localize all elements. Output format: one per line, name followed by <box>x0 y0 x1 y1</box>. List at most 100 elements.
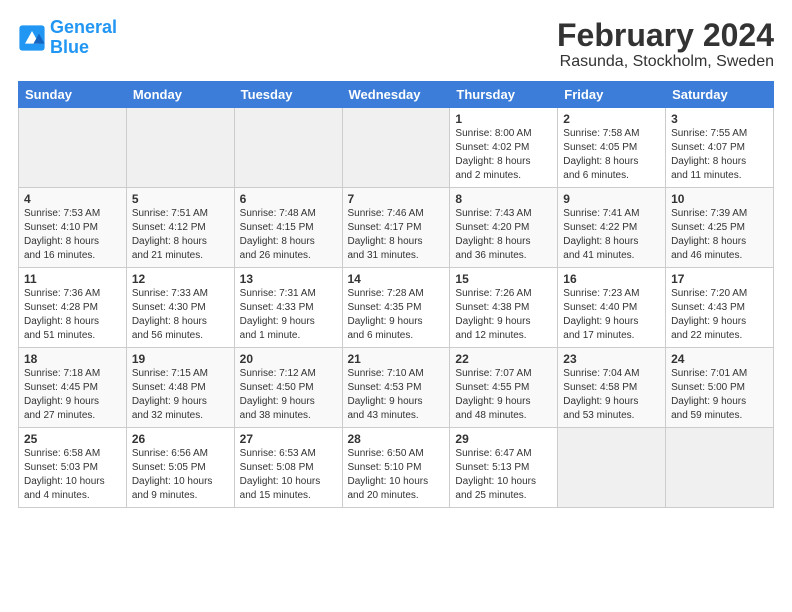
day-info: Sunrise: 7:07 AM Sunset: 4:55 PM Dayligh… <box>455 367 552 423</box>
calendar-cell: 29Sunrise: 6:47 AM Sunset: 5:13 PM Dayli… <box>450 428 558 508</box>
calendar-cell: 9Sunrise: 7:41 AM Sunset: 4:22 PM Daylig… <box>558 188 666 268</box>
calendar-cell: 24Sunrise: 7:01 AM Sunset: 5:00 PM Dayli… <box>666 348 774 428</box>
day-number: 18 <box>24 352 121 366</box>
day-of-week-header: Tuesday <box>234 82 342 108</box>
calendar-cell: 3Sunrise: 7:55 AM Sunset: 4:07 PM Daylig… <box>666 108 774 188</box>
calendar-cell: 14Sunrise: 7:28 AM Sunset: 4:35 PM Dayli… <box>342 268 450 348</box>
calendar-cell: 28Sunrise: 6:50 AM Sunset: 5:10 PM Dayli… <box>342 428 450 508</box>
day-info: Sunrise: 7:46 AM Sunset: 4:17 PM Dayligh… <box>348 207 445 263</box>
calendar-cell: 16Sunrise: 7:23 AM Sunset: 4:40 PM Dayli… <box>558 268 666 348</box>
calendar-cell: 11Sunrise: 7:36 AM Sunset: 4:28 PM Dayli… <box>19 268 127 348</box>
day-info: Sunrise: 7:36 AM Sunset: 4:28 PM Dayligh… <box>24 287 121 343</box>
title-section: February 2024 Rasunda, Stockholm, Sweden <box>557 18 774 71</box>
day-of-week-header: Saturday <box>666 82 774 108</box>
day-of-week-header: Sunday <box>19 82 127 108</box>
day-info: Sunrise: 7:12 AM Sunset: 4:50 PM Dayligh… <box>240 367 337 423</box>
day-info: Sunrise: 7:33 AM Sunset: 4:30 PM Dayligh… <box>132 287 229 343</box>
day-info: Sunrise: 7:23 AM Sunset: 4:40 PM Dayligh… <box>563 287 660 343</box>
calendar-week-row: 1Sunrise: 8:00 AM Sunset: 4:02 PM Daylig… <box>19 108 774 188</box>
day-number: 2 <box>563 112 660 126</box>
day-info: Sunrise: 7:04 AM Sunset: 4:58 PM Dayligh… <box>563 367 660 423</box>
calendar-cell: 23Sunrise: 7:04 AM Sunset: 4:58 PM Dayli… <box>558 348 666 428</box>
day-number: 3 <box>671 112 768 126</box>
logo-text: General Blue <box>50 18 117 58</box>
day-number: 14 <box>348 272 445 286</box>
calendar-cell: 13Sunrise: 7:31 AM Sunset: 4:33 PM Dayli… <box>234 268 342 348</box>
calendar-cell: 2Sunrise: 7:58 AM Sunset: 4:05 PM Daylig… <box>558 108 666 188</box>
day-info: Sunrise: 7:10 AM Sunset: 4:53 PM Dayligh… <box>348 367 445 423</box>
day-of-week-header: Friday <box>558 82 666 108</box>
day-number: 21 <box>348 352 445 366</box>
day-number: 25 <box>24 432 121 446</box>
calendar-cell <box>234 108 342 188</box>
logo-icon <box>18 24 46 52</box>
day-info: Sunrise: 6:56 AM Sunset: 5:05 PM Dayligh… <box>132 447 229 503</box>
day-info: Sunrise: 7:20 AM Sunset: 4:43 PM Dayligh… <box>671 287 768 343</box>
day-info: Sunrise: 7:58 AM Sunset: 4:05 PM Dayligh… <box>563 127 660 183</box>
location-title: Rasunda, Stockholm, Sweden <box>557 53 774 71</box>
calendar-cell <box>558 428 666 508</box>
calendar-week-row: 18Sunrise: 7:18 AM Sunset: 4:45 PM Dayli… <box>19 348 774 428</box>
calendar-cell: 26Sunrise: 6:56 AM Sunset: 5:05 PM Dayli… <box>126 428 234 508</box>
calendar-cell: 21Sunrise: 7:10 AM Sunset: 4:53 PM Dayli… <box>342 348 450 428</box>
day-number: 16 <box>563 272 660 286</box>
calendar-cell <box>666 428 774 508</box>
calendar-cell: 25Sunrise: 6:58 AM Sunset: 5:03 PM Dayli… <box>19 428 127 508</box>
calendar-cell: 6Sunrise: 7:48 AM Sunset: 4:15 PM Daylig… <box>234 188 342 268</box>
day-number: 26 <box>132 432 229 446</box>
calendar-cell: 18Sunrise: 7:18 AM Sunset: 4:45 PM Dayli… <box>19 348 127 428</box>
day-of-week-header: Thursday <box>450 82 558 108</box>
day-info: Sunrise: 7:28 AM Sunset: 4:35 PM Dayligh… <box>348 287 445 343</box>
calendar-cell: 5Sunrise: 7:51 AM Sunset: 4:12 PM Daylig… <box>126 188 234 268</box>
day-info: Sunrise: 7:18 AM Sunset: 4:45 PM Dayligh… <box>24 367 121 423</box>
day-number: 5 <box>132 192 229 206</box>
calendar-header-row: SundayMondayTuesdayWednesdayThursdayFrid… <box>19 82 774 108</box>
day-number: 12 <box>132 272 229 286</box>
day-number: 11 <box>24 272 121 286</box>
day-number: 7 <box>348 192 445 206</box>
day-number: 6 <box>240 192 337 206</box>
calendar-cell: 15Sunrise: 7:26 AM Sunset: 4:38 PM Dayli… <box>450 268 558 348</box>
calendar-cell: 4Sunrise: 7:53 AM Sunset: 4:10 PM Daylig… <box>19 188 127 268</box>
day-info: Sunrise: 8:00 AM Sunset: 4:02 PM Dayligh… <box>455 127 552 183</box>
calendar-cell: 8Sunrise: 7:43 AM Sunset: 4:20 PM Daylig… <box>450 188 558 268</box>
day-info: Sunrise: 7:55 AM Sunset: 4:07 PM Dayligh… <box>671 127 768 183</box>
day-info: Sunrise: 6:53 AM Sunset: 5:08 PM Dayligh… <box>240 447 337 503</box>
calendar-cell: 22Sunrise: 7:07 AM Sunset: 4:55 PM Dayli… <box>450 348 558 428</box>
calendar-cell: 27Sunrise: 6:53 AM Sunset: 5:08 PM Dayli… <box>234 428 342 508</box>
day-info: Sunrise: 7:01 AM Sunset: 5:00 PM Dayligh… <box>671 367 768 423</box>
day-info: Sunrise: 7:48 AM Sunset: 4:15 PM Dayligh… <box>240 207 337 263</box>
calendar-cell: 10Sunrise: 7:39 AM Sunset: 4:25 PM Dayli… <box>666 188 774 268</box>
day-number: 27 <box>240 432 337 446</box>
header: General Blue February 2024 Rasunda, Stoc… <box>18 18 774 71</box>
day-number: 4 <box>24 192 121 206</box>
day-number: 1 <box>455 112 552 126</box>
calendar-cell <box>342 108 450 188</box>
day-info: Sunrise: 7:43 AM Sunset: 4:20 PM Dayligh… <box>455 207 552 263</box>
logo-line1: General <box>50 17 117 37</box>
calendar-cell: 1Sunrise: 8:00 AM Sunset: 4:02 PM Daylig… <box>450 108 558 188</box>
calendar-cell: 19Sunrise: 7:15 AM Sunset: 4:48 PM Dayli… <box>126 348 234 428</box>
calendar: SundayMondayTuesdayWednesdayThursdayFrid… <box>18 81 774 508</box>
day-number: 10 <box>671 192 768 206</box>
day-number: 24 <box>671 352 768 366</box>
calendar-cell <box>126 108 234 188</box>
day-number: 19 <box>132 352 229 366</box>
calendar-cell: 17Sunrise: 7:20 AM Sunset: 4:43 PM Dayli… <box>666 268 774 348</box>
day-number: 9 <box>563 192 660 206</box>
day-info: Sunrise: 7:53 AM Sunset: 4:10 PM Dayligh… <box>24 207 121 263</box>
logo-line2: Blue <box>50 37 89 57</box>
day-number: 8 <box>455 192 552 206</box>
day-number: 22 <box>455 352 552 366</box>
day-of-week-header: Monday <box>126 82 234 108</box>
day-info: Sunrise: 6:47 AM Sunset: 5:13 PM Dayligh… <box>455 447 552 503</box>
day-number: 20 <box>240 352 337 366</box>
calendar-cell: 7Sunrise: 7:46 AM Sunset: 4:17 PM Daylig… <box>342 188 450 268</box>
day-number: 29 <box>455 432 552 446</box>
day-info: Sunrise: 7:31 AM Sunset: 4:33 PM Dayligh… <box>240 287 337 343</box>
day-info: Sunrise: 7:39 AM Sunset: 4:25 PM Dayligh… <box>671 207 768 263</box>
day-number: 17 <box>671 272 768 286</box>
calendar-cell: 12Sunrise: 7:33 AM Sunset: 4:30 PM Dayli… <box>126 268 234 348</box>
day-info: Sunrise: 6:50 AM Sunset: 5:10 PM Dayligh… <box>348 447 445 503</box>
day-of-week-header: Wednesday <box>342 82 450 108</box>
